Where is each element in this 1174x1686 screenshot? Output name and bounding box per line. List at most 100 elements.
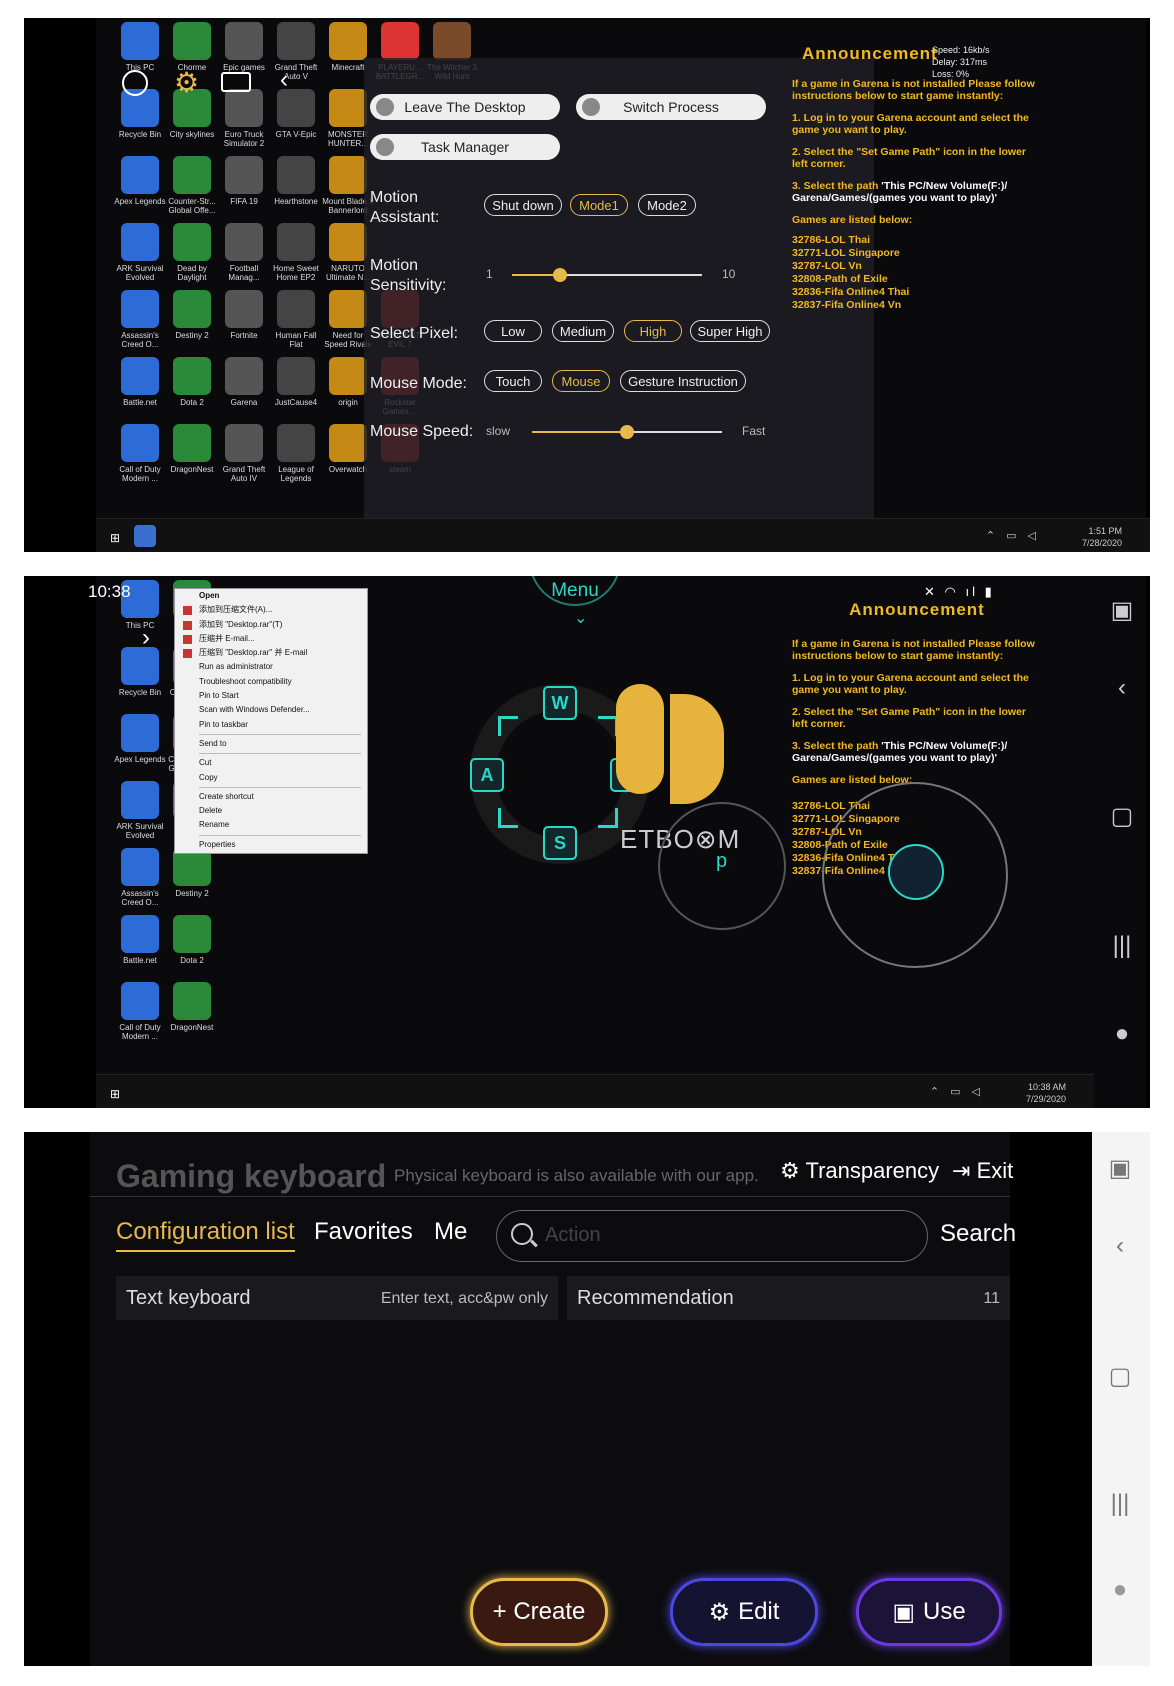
desktop-icon[interactable]: Destiny 2 [164,290,220,340]
desktop-icon[interactable]: Dota 2 [164,915,220,965]
context-menu-item[interactable]: Pin to taskbar [175,718,367,732]
edit-button[interactable]: ⚙ Edit [670,1578,818,1646]
card-recommendation[interactable]: Recommendation 11 [567,1276,1010,1320]
context-menu-item[interactable]: 压缩到 "Desktop.rar" 并 E-mail [175,646,367,660]
context-menu-item[interactable]: 添加到压缩文件(A)... [175,603,367,617]
context-menu-item[interactable]: Create shortcut [175,790,367,804]
cursor-mode-icon[interactable]: ▣ [1092,1154,1148,1183]
desktop-icon[interactable]: Dead by Daylight [164,223,220,282]
desktop-icon[interactable]: This PC [112,22,168,72]
exit-button[interactable]: ⇥ Exit [952,1158,1013,1184]
desktop-icon[interactable]: Destiny 2 [164,848,220,898]
desktop-icon[interactable]: JustCause4 [268,357,324,407]
desktop-icon[interactable]: Counter-Str... Global Offe... [164,156,220,215]
option-gesture-instruction[interactable]: Gesture Instruction [620,370,746,392]
home-icon[interactable]: ▢ [1094,802,1150,831]
desktop-icon[interactable]: Hearthstone [268,156,324,206]
desktop-icon[interactable]: Garena [216,357,272,407]
transparency-button[interactable]: ⚙ Transparency [780,1158,939,1184]
tray-icons[interactable]: ⌃ ▭ ◁ [930,1085,984,1098]
key-w[interactable]: W [543,686,577,720]
desktop-icon[interactable]: Chorme [164,22,220,72]
option-touch[interactable]: Touch [484,370,542,392]
context-menu-item[interactable]: Send to [175,737,367,751]
context-menu-item[interactable]: Copy [175,771,367,785]
desktop-icon[interactable]: Call of Duty Modern ... [112,982,168,1041]
tab-me[interactable]: Me [434,1218,467,1246]
option-low[interactable]: Low [484,320,542,342]
desktop-icon[interactable]: ARK Survival Evolved [112,223,168,282]
desktop-icon[interactable]: Dota 2 [164,357,220,407]
option-medium[interactable]: Medium [552,320,614,342]
mouse-speed-slider[interactable] [532,425,722,439]
desktop-icon[interactable]: Recycle Bin [112,647,168,697]
power-icon[interactable] [122,70,148,96]
desktop-icon[interactable]: Apex Legends [112,714,168,764]
desktop-icon[interactable]: FIFA 19 [216,156,272,206]
context-menu-item[interactable]: Scan with Windows Defender... [175,703,367,717]
option-shut-down[interactable]: Shut down [484,194,562,216]
context-menu-item[interactable]: Pin to Start [175,689,367,703]
desktop-icon[interactable]: Human Fall Flat [268,290,324,349]
desktop-icon[interactable]: Apex Legends [112,156,168,206]
switch-process-button[interactable]: Switch Process [576,94,766,120]
tray-icons[interactable]: ⌃ ▭ ◁ [986,529,1040,542]
joystick-knob[interactable] [888,844,944,900]
desktop-icon[interactable]: Euro Truck Simulator 2 [216,89,272,148]
task-manager-button[interactable]: Task Manager [370,134,560,160]
create-button[interactable]: + Create [470,1578,608,1646]
context-menu-item[interactable]: Run as administrator [175,660,367,674]
desktop-icon[interactable]: Recycle Bin [112,89,168,139]
option-high[interactable]: High [624,320,682,342]
option-mode2[interactable]: Mode2 [638,194,696,216]
gear-icon[interactable]: ⚙ [174,66,199,99]
gamepad-icon[interactable]: ● [1092,1576,1148,1604]
gamepad-icon[interactable]: ● [1094,1020,1150,1048]
context-menu-item[interactable]: Troubleshoot compatibility [175,675,367,689]
back-icon[interactable]: ‹ [1094,674,1150,702]
desktop-icon[interactable]: DragonNest [164,424,220,474]
chevron-right-icon[interactable]: › [142,624,150,652]
search-box[interactable]: Action [496,1210,928,1262]
app-icon[interactable] [134,525,156,547]
windows-icon[interactable]: ⊞ [110,1087,122,1101]
context-menu-item[interactable]: Cut [175,756,367,770]
option-mode1[interactable]: Mode1 [570,194,628,216]
use-button[interactable]: ▣ Use [856,1578,1002,1646]
keyboard-icon[interactable] [221,72,251,92]
cursor-mode-icon[interactable]: ▣ [1094,596,1150,625]
recents-icon[interactable]: ||| [1092,1490,1148,1518]
chevron-left-icon[interactable]: ‹ [280,66,288,94]
desktop-icon[interactable]: Battle.net [112,915,168,965]
context-menu-item[interactable]: Rename [175,818,367,832]
desktop-icon[interactable]: Home Sweet Home EP2 [268,223,324,282]
tab-configuration-list[interactable]: Configuration list [116,1218,295,1252]
speed-knob[interactable] [620,425,634,439]
desktop-icon[interactable]: Fortnite [216,290,272,340]
back-icon[interactable]: ‹ [1092,1232,1148,1260]
option-super-high[interactable]: Super High [690,320,770,342]
home-icon[interactable]: ▢ [1092,1362,1148,1391]
desktop-icon[interactable]: GTA V-Epic [268,89,324,139]
windows-icon[interactable]: ⊞ [110,531,122,545]
search-button[interactable]: Search [940,1220,1016,1248]
desktop-icon[interactable]: Grand Theft Auto IV [216,424,272,483]
desktop-icon[interactable]: Call of Duty Modern ... [112,424,168,483]
desktop-icon[interactable]: Epic games [216,22,272,72]
context-menu-item[interactable]: 添加到 "Desktop.rar"(T) [175,618,367,632]
sensitivity-slider[interactable] [512,268,702,282]
desktop-icon[interactable]: Battle.net [112,357,168,407]
search-input[interactable]: Action [545,1224,601,1247]
recents-icon[interactable]: ||| [1094,932,1150,960]
context-menu-item[interactable]: Open [175,589,367,603]
card-text-keyboard[interactable]: Text keyboard Enter text, acc&pw only [116,1276,558,1320]
context-menu-item[interactable]: 压缩并 E-mail... [175,632,367,646]
chevron-down-icon[interactable]: ⌄ [574,608,587,628]
context-menu-item[interactable]: Delete [175,804,367,818]
key-s[interactable]: S [543,826,577,860]
option-mouse[interactable]: Mouse [552,370,610,392]
desktop-icon[interactable]: DragonNest [164,982,220,1032]
context-menu-item[interactable]: Properties [175,838,367,852]
desktop-icon[interactable]: Grand Theft Auto V [268,22,324,81]
desktop-icon[interactable]: Football Manag... [216,223,272,282]
